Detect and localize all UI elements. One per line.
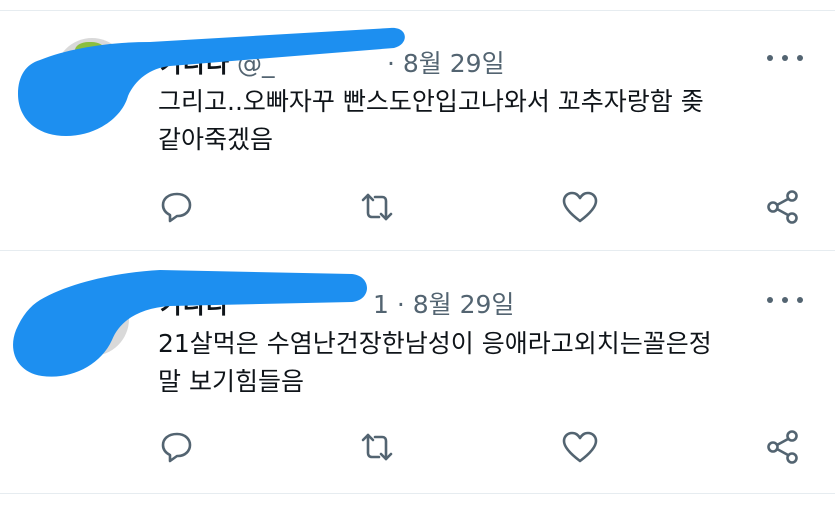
share-icon[interactable]: [763, 187, 803, 227]
tweet-text-line-1: 21살먹은 수염난건장한남성이 응애라고외치는꼴은정: [158, 329, 712, 358]
top-divider: [0, 10, 835, 11]
author-name-line[interactable]: 가나다 @_: [160, 44, 274, 80]
retweet-icon[interactable]: [357, 427, 397, 467]
more-icon[interactable]: [767, 46, 803, 70]
reply-icon[interactable]: [157, 427, 197, 467]
tweet-actions: [0, 427, 835, 467]
author-name[interactable]: 가나다: [160, 49, 229, 78]
author-name-line[interactable]: 가나다: [160, 285, 229, 321]
tweet-actions: [0, 187, 835, 227]
avatar[interactable]: [55, 282, 129, 356]
share-icon[interactable]: [763, 427, 803, 467]
author-name[interactable]: 가나다: [160, 290, 229, 319]
like-icon[interactable]: [560, 427, 600, 467]
bottom-divider: [0, 493, 835, 494]
tweet-text: 그리고..오빠자꾸 빤스도안입고나와서 꼬추자랑함 좆 같아죽겠음: [158, 83, 704, 159]
tweet-date[interactable]: · 8월 29일: [387, 44, 505, 80]
author-handle[interactable]: @_: [237, 49, 275, 78]
avatar[interactable]: [55, 38, 129, 112]
tweet-date[interactable]: 1 · 8월 29일: [373, 285, 514, 321]
like-icon[interactable]: [560, 187, 600, 227]
reply-icon[interactable]: [157, 187, 197, 227]
tweet-text-line-2: 같아죽겠음: [158, 125, 274, 154]
retweet-icon[interactable]: [357, 187, 397, 227]
tweet-divider: [0, 250, 835, 251]
tweet-text-line-2: 말 보기힘들음: [158, 367, 304, 396]
tweet-text: 21살먹은 수염난건장한남성이 응애라고외치는꼴은정 말 보기힘들음: [158, 325, 712, 401]
more-icon[interactable]: [767, 288, 803, 312]
tweet-text-line-1: 그리고..오빠자꾸 빤스도안입고나와서 꼬추자랑함 좆: [158, 87, 704, 116]
